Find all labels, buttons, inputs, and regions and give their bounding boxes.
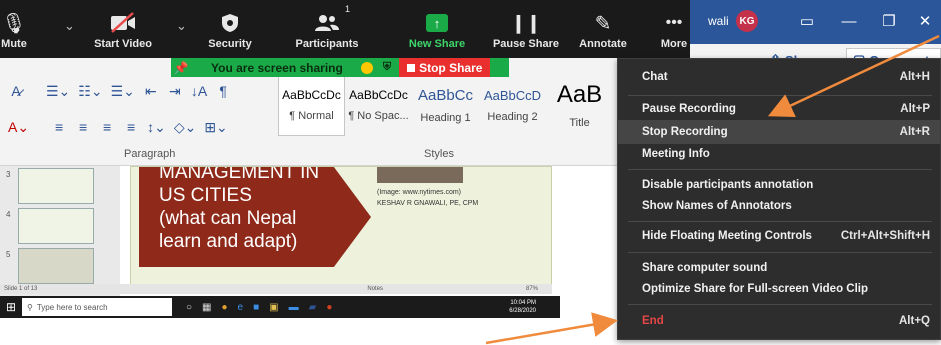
styles-group-label: Styles [424, 148, 454, 160]
video-options-chevron-icon[interactable]: ⌄ [176, 18, 187, 34]
user-name: wali [708, 14, 729, 28]
style-heading-2[interactable]: AaBbCcD Heading 2 [479, 74, 546, 136]
justify-icon[interactable]: ≡ [123, 118, 139, 136]
align-left-icon[interactable]: ≡ [51, 118, 67, 136]
app-icon[interactable]: ○ [186, 302, 192, 313]
slide-title: MANAGEMENT IN US CITIES (what can Nepal … [159, 166, 320, 252]
app-icon[interactable]: e [238, 302, 244, 313]
shield-icon [221, 8, 239, 38]
paragraph-group-label: Paragraph [124, 148, 176, 160]
zoom-meeting-toolbar: 🎙 Mute ⌄ Start Video ⌄ Security 1 Partic… [0, 0, 690, 58]
slide-thumbnail[interactable] [18, 248, 94, 284]
sort-icon[interactable]: ↓A [191, 82, 207, 100]
styles-gallery: AaBbCcDc ¶ Normal AaBbCcDc ¶ No Spac... … [278, 74, 613, 136]
taskbar-apps: ○ ▦ ● e ■ ▣ ▬ ▰ ● [186, 302, 332, 313]
new-share-icon: ↑ [426, 14, 448, 32]
screen: wali KG ▭ — ❐ ✕ A̷ ☰⌄ ☷⌄ ☰⌄ ⇤ ⇥ ↓A ¶ A⌄ … [0, 0, 941, 345]
menu-item-optimize-video-share[interactable]: Optimize Share for Full-screen Video Cli… [618, 277, 940, 301]
menu-item-meeting-info[interactable]: Meeting Info [618, 142, 940, 166]
ribbon-row-2: A⌄ ≡ ≡ ≡ ≡ ↕⌄ ◇⌄ ⊞⌄ [8, 118, 228, 136]
windows-taskbar: ⊞ ⚲ Type here to search ○ ▦ ● e ■ ▣ ▬ ▰ … [0, 296, 560, 318]
app-icon[interactable]: ▣ [269, 302, 278, 313]
minimize-icon[interactable]: — [836, 8, 862, 34]
pen-icon: ✎ [594, 12, 612, 35]
ribbon-row-1: A̷ ☰⌄ ☷⌄ ☰⌄ ⇤ ⇥ ↓A ¶ [8, 82, 231, 100]
recording-indicator-icon [360, 61, 373, 74]
style-heading-1[interactable]: AaBbCc Heading 1 [412, 74, 479, 136]
line-spacing-icon[interactable]: ↕⌄ [147, 118, 166, 136]
stop-icon [407, 63, 416, 72]
borders-icon[interactable]: ⊞⌄ [204, 118, 227, 136]
decrease-indent-icon[interactable]: ⇤ [143, 82, 159, 100]
security-shield-icon: ⛨ [382, 61, 392, 73]
app-icon[interactable]: ▰ [309, 302, 317, 313]
taskbar-clock: 10:04 PM 6/28/2020 [509, 300, 536, 314]
bullets-icon[interactable]: ☰⌄ [46, 82, 70, 100]
menu-item-hide-floating-controls[interactable]: Hide Floating Meeting Controls Ctrl+Alt+… [618, 224, 940, 248]
slide-thumbnails: 3 4 5 [0, 166, 120, 296]
more-icon: ••• [665, 14, 683, 31]
style-no-spacing[interactable]: AaBbCcDc ¶ No Spac... [345, 74, 412, 136]
slide-title-shape: MANAGEMENT IN US CITIES (what can Nepal … [139, 167, 371, 267]
more-options-menu: Chat Alt+H Pause Recording Alt+P Stop Re… [617, 58, 941, 340]
increase-indent-icon[interactable]: ⇥ [167, 82, 183, 100]
app-icon[interactable]: ▦ [202, 302, 211, 313]
windows-start-icon[interactable]: ⊞ [0, 296, 22, 318]
style-title[interactable]: AaB Title [546, 74, 613, 136]
menu-item-show-annotator-names[interactable]: Show Names of Annotators [618, 194, 940, 218]
slide-photo [377, 167, 463, 183]
mute-button[interactable]: 🎙 Mute [0, 0, 36, 58]
pause-icon: ❙❙ [510, 12, 542, 33]
multilevel-list-icon[interactable]: ☰⌄ [111, 82, 135, 100]
menu-item-chat[interactable]: Chat Alt+H [618, 65, 940, 89]
more-button[interactable]: ••• More [654, 0, 694, 58]
pin-icon[interactable]: 📌 [171, 61, 191, 75]
start-video-button[interactable]: Start Video [90, 0, 156, 58]
align-right-icon[interactable]: ≡ [99, 118, 115, 136]
status-bar: Slide 1 of 13 Notes 87% [0, 284, 552, 294]
word-title-bar: wali KG ▭ — ❐ ✕ [690, 0, 941, 44]
security-button[interactable]: Security [200, 0, 260, 58]
shading-icon[interactable]: ◇⌄ [174, 118, 197, 136]
slide-caption: (Image: www.nytimes.com) KESHAV R GNAWAL… [377, 189, 479, 207]
font-color-icon[interactable]: A⌄ [8, 118, 29, 136]
numbering-icon[interactable]: ☷⌄ [78, 82, 102, 100]
app-icon[interactable]: ● [326, 302, 332, 313]
participants-button[interactable]: 1 Participants [287, 0, 367, 58]
screen-sharing-banner: 📌 You are screen sharing ⛨ Stop Share [171, 58, 509, 77]
app-icon[interactable]: ▬ [289, 302, 299, 313]
app-icon[interactable]: ● [222, 302, 228, 313]
taskbar-search[interactable]: ⚲ Type here to search [22, 298, 172, 316]
slide-thumbnail[interactable] [18, 168, 94, 204]
stop-share-button[interactable]: Stop Share [399, 58, 491, 77]
participants-icon [314, 8, 340, 38]
sharing-status-text: You are screen sharing [211, 60, 343, 75]
close-icon[interactable]: ✕ [912, 8, 938, 34]
search-icon: ⚲ [27, 302, 33, 312]
ribbon-display-icon[interactable]: ▭ [794, 8, 820, 34]
style-normal[interactable]: AaBbCcDc ¶ Normal [278, 74, 345, 136]
menu-item-pause-recording[interactable]: Pause Recording Alt+P [618, 97, 940, 121]
pause-share-button[interactable]: ❙❙ Pause Share [488, 0, 564, 58]
document-area: 3 4 5 MANAGEMENT IN US CITIES (what can … [0, 166, 610, 345]
align-center-icon[interactable]: ≡ [75, 118, 91, 136]
slide-thumbnail[interactable] [18, 208, 94, 244]
audio-options-chevron-icon[interactable]: ⌄ [64, 18, 75, 34]
new-share-button[interactable]: ↑ New Share [404, 0, 470, 58]
restore-icon[interactable]: ❐ [876, 8, 902, 34]
microphone-icon: 🎙 [1, 12, 27, 35]
video-off-icon [108, 8, 138, 38]
app-icon[interactable]: ■ [253, 302, 259, 313]
slide-preview: MANAGEMENT IN US CITIES (what can Nepal … [130, 166, 552, 293]
menu-item-end[interactable]: End Alt+Q [618, 309, 940, 333]
clear-formatting-icon[interactable]: A̷ [8, 82, 24, 100]
menu-item-stop-recording[interactable]: Stop Recording Alt+R [618, 120, 940, 144]
annotate-button[interactable]: ✎ Annotate [570, 0, 636, 58]
pilcrow-icon[interactable]: ¶ [215, 82, 231, 100]
avatar[interactable]: KG [736, 10, 758, 32]
participant-count: 1 [345, 4, 351, 14]
